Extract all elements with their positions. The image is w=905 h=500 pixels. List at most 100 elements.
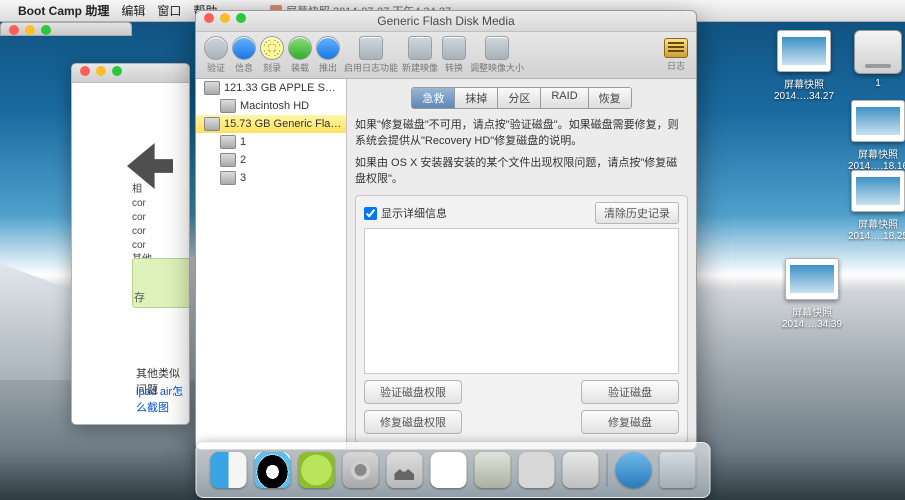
enable-icon [359,36,383,60]
disk-label: 3 [240,172,246,184]
tab-bar: 急救抹掉分区RAID恢复 [355,87,688,109]
tab-3[interactable]: RAID [541,88,588,108]
verify-permissions-button[interactable]: 验证磁盘权限 [364,380,462,404]
dock-app-gear[interactable] [342,452,378,488]
traffic-lights[interactable] [204,13,246,23]
disk-label: 15.73 GB Generic Flash Disk Media [224,118,342,130]
disk-icon [220,153,236,167]
window-titlebar[interactable]: Generic Flash Disk Media [196,11,696,32]
toolbar-label: 装载 [291,61,309,74]
icon-label: 屏幕快照 2014….18.16 [848,146,905,172]
dock-app-finder[interactable] [210,452,246,488]
sidebar-disk-item[interactable]: Macintosh HD [196,97,346,115]
toolbar-label: 推出 [319,61,337,74]
tab-1[interactable]: 抹掉 [455,88,498,108]
dock-app-calc[interactable] [474,452,510,488]
desktop-icon[interactable]: 屏幕快照 2014….34.27 [774,30,834,102]
traffic-lights[interactable] [9,25,51,35]
icon-label: 屏幕快照 2014….34.27 [774,76,834,102]
tab-2[interactable]: 分区 [498,88,541,108]
icon-label: 1 [848,78,905,89]
dock-app-mail[interactable] [386,452,422,488]
show-details-label: 显示详细信息 [381,205,447,221]
menu-edit[interactable]: 编辑 [121,2,145,19]
eject-icon [316,36,340,60]
toolbar: 验证信息刻录装载推出启用日志功能新建映像转换调整映像大小 日志 [196,32,696,79]
log-textarea[interactable] [364,228,679,374]
sidebar-disk-item[interactable]: 2 [196,151,346,169]
dock-app-music[interactable] [298,452,334,488]
toolbar-enable-button[interactable]: 启用日志功能 [344,36,398,74]
clear-history-button[interactable]: 清除历史记录 [595,202,679,224]
show-details-input[interactable] [364,207,377,220]
app-menu[interactable]: Boot Camp 助理 [18,2,109,19]
burn-icon [260,36,284,60]
desktop-icon[interactable]: 屏幕快照 2014….18.25 [848,170,905,242]
dock-app-trash[interactable] [659,452,695,488]
desktop-icon[interactable]: 屏幕快照 2014….18.16 [848,100,905,172]
dock-app-disk[interactable] [562,452,598,488]
drive-icon [854,30,902,74]
toolbar-burn-button[interactable]: 刻录 [260,36,284,74]
browser-titlebar[interactable] [72,64,189,83]
toolbar-label: 验证 [207,61,225,74]
menu-window[interactable]: 窗口 [157,2,181,19]
toolbar-mount-button[interactable]: 装载 [288,36,312,74]
sidebar-disk-item[interactable]: 15.73 GB Generic Flash Disk Media [196,115,346,133]
disk-utility-window: Generic Flash Disk Media 验证信息刻录装载推出启用日志功… [195,10,697,450]
toolbar-convert-button[interactable]: 转换 [442,36,466,74]
dock-app-text[interactable] [430,452,466,488]
toolbar-label: 刻录 [263,61,281,74]
disk-label: Macintosh HD [240,100,309,112]
repair-permissions-button[interactable]: 修复磁盘权限 [364,410,462,434]
description-text: 如果"修复磁盘"不可用，请点按"验证磁盘"。如果磁盘需要修复，则系统会提供从"R… [355,117,688,187]
dock-app-term[interactable] [518,452,554,488]
sidebar-disk-item[interactable]: 1 [196,133,346,151]
desktop-icon[interactable]: 屏幕快照 2014….34.39 [782,258,842,330]
sidebar-disk-item[interactable]: 121.33 GB APPLE SSD TS… [196,79,346,97]
disk-label: 1 [240,136,246,148]
disk-sidebar[interactable]: 121.33 GB APPLE SSD TS… Macintosh HD 15.73… [196,79,347,450]
resize-icon [485,36,509,60]
browser-window[interactable]: 相corcorcorcor其他 存 其他类似问题 ipad air怎么截图 [71,63,190,425]
toolbar-info-button[interactable]: 信息 [232,36,256,74]
repair-disk-button[interactable]: 修复磁盘 [581,410,679,434]
disk-icon [204,117,220,131]
screenshot-thumb-icon [851,170,905,212]
new-icon [408,36,432,60]
disk-label: 2 [240,154,246,166]
background-toolbar [0,22,132,36]
content-pane: 急救抹掉分区RAID恢复 如果"修复磁盘"不可用，请点按"验证磁盘"。如果磁盘需… [347,79,696,450]
tab-4[interactable]: 恢复 [589,88,631,108]
screenshot-thumb-icon [851,100,905,142]
related-link[interactable]: ipad air怎么截图 [136,386,183,414]
icon-label: 屏幕快照 2014….18.25 [848,216,905,242]
mount-icon [288,36,312,60]
show-details-checkbox[interactable]: 显示详细信息 [364,205,447,221]
toolbar-new-button[interactable]: 新建映像 [402,36,438,74]
toolbar-label: 新建映像 [402,61,438,74]
toolbar-resize-button[interactable]: 调整映像大小 [470,36,524,74]
toolbar-eject-button[interactable]: 推出 [316,36,340,74]
desktop: Boot Camp 助理 编辑 窗口 帮助 屏幕快照 2014-07-07 下午… [0,0,905,500]
toolbar-log-button[interactable]: 日志 [664,38,688,72]
toolbar-label: 调整映像大小 [470,61,524,74]
dock-app-qq[interactable] [254,452,290,488]
dock-app-dl[interactable] [615,452,651,488]
disk-label: 121.33 GB APPLE SSD TS… [224,82,342,94]
toolbar-label: 启用日志功能 [344,61,398,74]
desktop-icon[interactable]: 1 [848,30,905,89]
screenshot-thumb-icon [777,30,831,72]
disk-icon [220,171,236,185]
verify-disk-button[interactable]: 验证磁盘 [581,380,679,404]
toolbar-label: 日志 [667,59,685,72]
dock[interactable] [195,442,710,498]
screenshot-thumb-icon [785,258,839,300]
icon-label: 屏幕快照 2014….34.39 [782,304,842,330]
disk-icon [204,81,220,95]
toolbar-verify-button[interactable]: 验证 [204,36,228,74]
toolbar-label: 转换 [445,61,463,74]
tab-0[interactable]: 急救 [412,88,455,108]
toolbar-label: 信息 [235,61,253,74]
sidebar-disk-item[interactable]: 3 [196,169,346,187]
